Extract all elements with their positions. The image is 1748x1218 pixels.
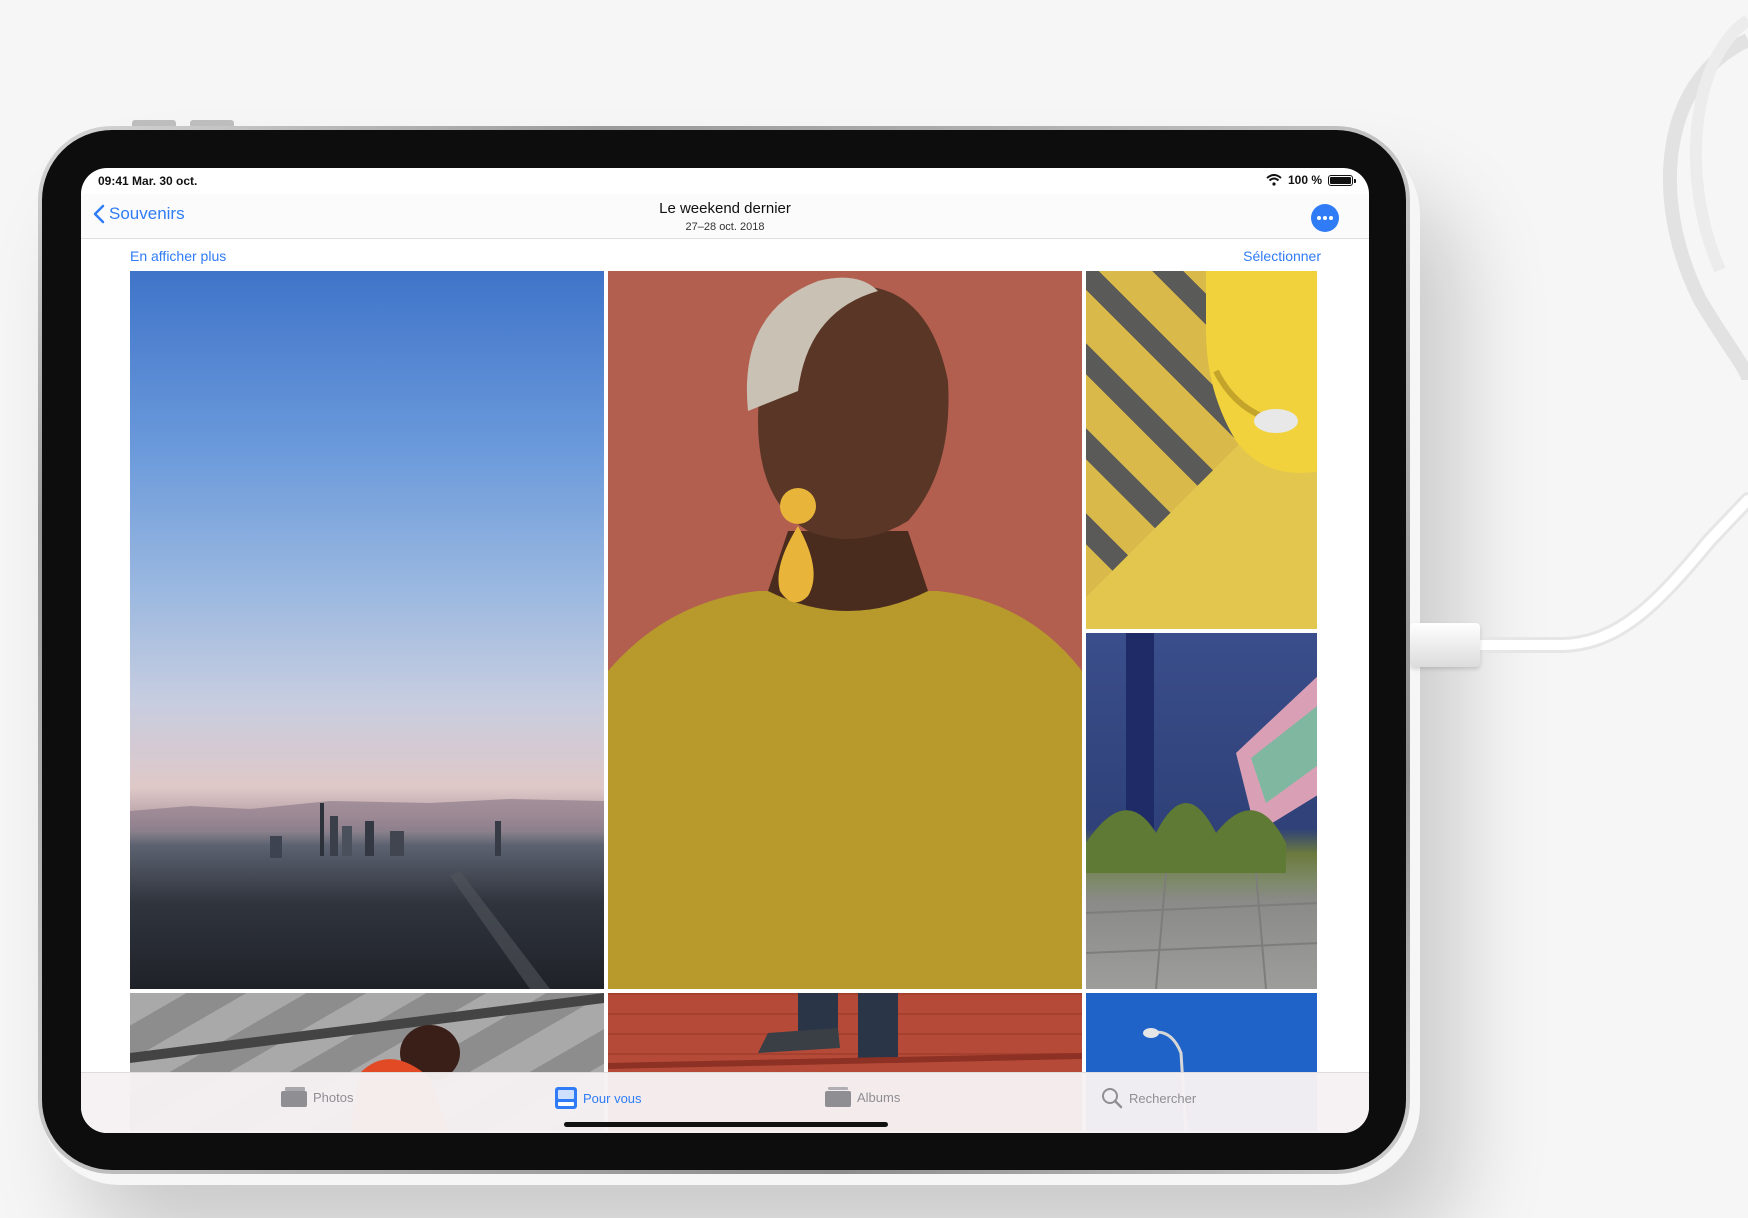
photo-blue-wall-grass[interactable] bbox=[1086, 633, 1317, 989]
status-right: 100 % bbox=[1266, 173, 1356, 187]
page-title: Le weekend dernier bbox=[659, 200, 791, 217]
status-bar: 09:41 Mar. 30 oct. 100 % bbox=[81, 168, 1369, 194]
status-time-date: 09:41 Mar. 30 oct. bbox=[98, 174, 198, 188]
action-row: En afficher plus Sélectionner bbox=[81, 240, 1369, 270]
select-button[interactable]: Sélectionner bbox=[1243, 248, 1321, 264]
tab-albums-label: Albums bbox=[857, 1089, 901, 1105]
ellipsis-icon bbox=[1317, 216, 1321, 220]
wall-illustration bbox=[1086, 633, 1317, 989]
tab-photos[interactable]: Photos bbox=[281, 1087, 353, 1107]
tab-albums[interactable]: Albums bbox=[825, 1087, 900, 1107]
albums-icon bbox=[825, 1087, 851, 1107]
city-illustration bbox=[130, 799, 604, 989]
taxi-illustration bbox=[1206, 271, 1317, 473]
volume-buttons bbox=[132, 120, 242, 128]
photo-city-skyline[interactable] bbox=[130, 271, 604, 989]
tab-photos-label: Photos bbox=[313, 1089, 354, 1105]
tab-for-you[interactable]: Pour vous bbox=[555, 1087, 642, 1109]
tab-search[interactable]: Rechercher bbox=[1101, 1087, 1196, 1109]
screen: 09:41 Mar. 30 oct. 100 % Souvenirs Le we… bbox=[81, 168, 1369, 1133]
battery-icon bbox=[1328, 174, 1356, 186]
tab-for-you-label: Pour vous bbox=[583, 1090, 642, 1106]
navigation-bar: Souvenirs Le weekend dernier 27–28 oct. … bbox=[81, 194, 1369, 239]
more-options-button[interactable] bbox=[1311, 204, 1339, 232]
search-icon bbox=[1102, 1088, 1123, 1109]
for-you-icon bbox=[555, 1087, 577, 1109]
photo-portrait[interactable] bbox=[608, 271, 1082, 989]
battery-percentage: 100 % bbox=[1287, 173, 1322, 187]
home-indicator[interactable] bbox=[564, 1122, 888, 1127]
photo-grid bbox=[130, 271, 1317, 1131]
portrait-illustration bbox=[608, 277, 1082, 989]
tab-search-label: Rechercher bbox=[1129, 1090, 1197, 1106]
photo-yellow-taxi[interactable] bbox=[1086, 271, 1317, 629]
show-more-link[interactable]: En afficher plus bbox=[130, 248, 226, 264]
wifi-icon bbox=[1266, 174, 1282, 186]
photos-icon bbox=[281, 1087, 307, 1107]
usb-c-connector bbox=[1410, 623, 1480, 667]
page-subtitle: 27–28 oct. 2018 bbox=[685, 221, 765, 233]
tab-bar: Photos Pour vous Albums Rechercher bbox=[81, 1072, 1369, 1133]
